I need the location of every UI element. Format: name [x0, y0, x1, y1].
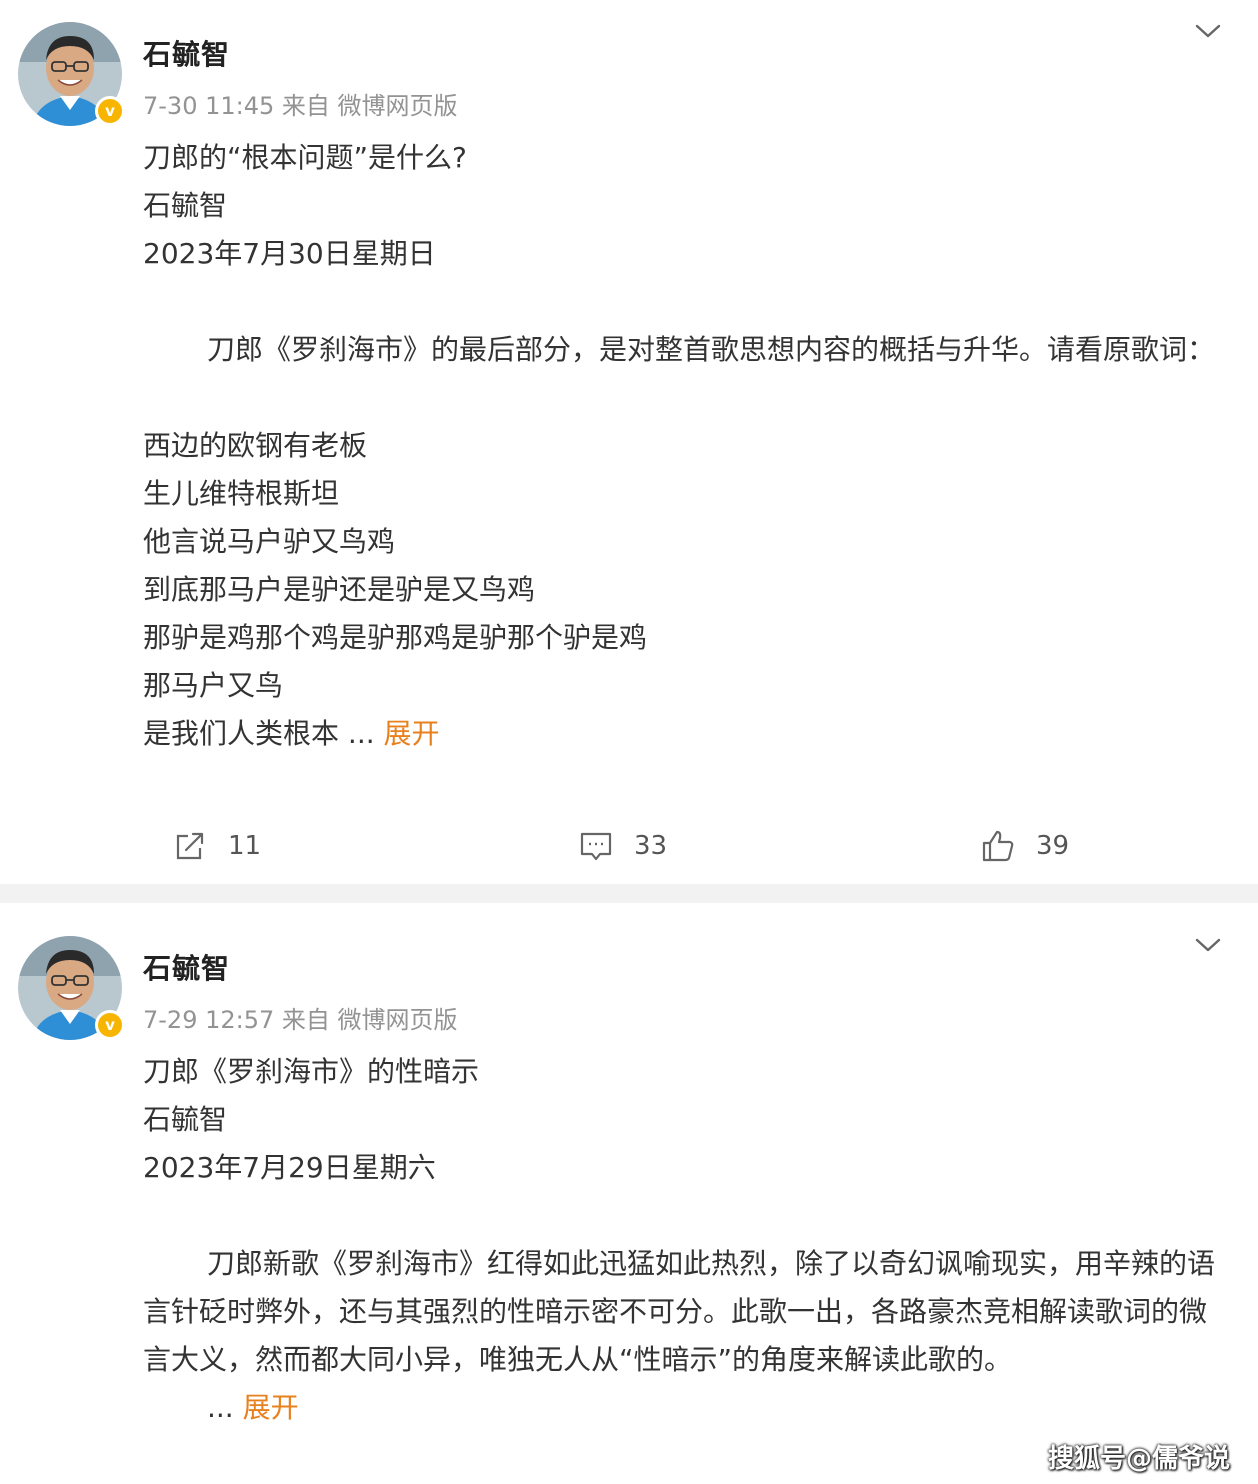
avatar[interactable]: v — [18, 22, 125, 126]
post-text-paragraph: 刀郎《罗刹海市》的最后部分，是对整首歌思想内容的概括与升华。请看原歌词： — [207, 333, 1216, 366]
post-text-paragraph: 刀郎新歌《罗刹海市》红得如此迅猛如此热烈，除了以奇幻讽喻现实，用辛辣的语言针砭时… — [143, 1247, 1216, 1376]
chevron-down-icon[interactable] — [1194, 936, 1222, 954]
avatar[interactable]: v — [18, 936, 125, 1040]
lyric-line: 到底那马户是驴还是驴是又鸟鸡 — [143, 573, 536, 606]
lyric-line: 生儿维特根斯坦 — [143, 477, 340, 510]
lyric-line: 西边的欧钢有老板 — [143, 429, 368, 462]
post-meta: 7-29 12:57 来自 微博网页版 — [143, 1006, 458, 1034]
comment-count: 33 — [634, 831, 668, 861]
post-text-line: 刀郎的“根本问题”是什么? — [143, 141, 467, 174]
author-name[interactable]: 石毓智 — [143, 947, 230, 987]
like-button[interactable]: 39 — [980, 822, 1069, 870]
expand-link[interactable]: 展开 — [384, 717, 440, 750]
lyric-line: 他言说马户驴又鸟鸡 — [143, 525, 396, 558]
verified-v-icon: v — [95, 96, 125, 126]
post-meta: 7-30 11:45 来自 微博网页版 — [143, 92, 458, 120]
lyric-line-last: 是我们人类根本 ... 展开 — [143, 710, 1218, 758]
share-button[interactable]: 11 — [172, 822, 261, 870]
post-text-blank — [143, 1192, 1218, 1240]
post-content: 刀郎的“根本问题”是什么? 石毓智 2023年7月30日星期日 刀郎《罗刹海市》… — [143, 134, 1218, 758]
verified-v-icon: v — [95, 1010, 125, 1040]
expand-row: ... 展开 — [143, 1384, 1218, 1432]
like-count: 39 — [1036, 831, 1070, 861]
post-text-line: 2023年7月30日星期日 — [143, 237, 436, 270]
post-actions: 11 33 39 — [0, 822, 1258, 870]
post-text-line: 石毓智 — [143, 189, 228, 222]
post-text-line: 石毓智 — [143, 1103, 228, 1136]
author-name[interactable]: 石毓智 — [143, 33, 230, 73]
post-text-line: 2023年7月29日星期六 — [143, 1151, 436, 1184]
lyric-line: 那马户又鸟 — [143, 669, 284, 702]
post-divider — [0, 884, 1258, 903]
share-icon — [176, 832, 204, 860]
weibo-post: v 石毓智 7-30 11:45 来自 微博网页版 刀郎的“根本问题”是什么? … — [0, 0, 1258, 884]
comment-button[interactable]: 33 — [578, 822, 667, 870]
weibo-post: v 石毓智 7-29 12:57 来自 微博网页版 刀郎《罗刹海市》的性暗示 石… — [0, 903, 1258, 1484]
post-content: 刀郎《罗刹海市》的性暗示 石毓智 2023年7月29日星期六 刀郎新歌《罗刹海市… — [143, 1048, 1218, 1432]
chevron-down-icon[interactable] — [1194, 22, 1222, 40]
post-text-line: 刀郎《罗刹海市》的性暗示 — [143, 1055, 480, 1088]
lyric-text: 是我们人类根本 — [143, 717, 340, 750]
thumbs-up-icon — [982, 830, 1014, 862]
lyric-line: 那驴是鸡那个鸡是驴那鸡是驴那个驴是鸡 — [143, 621, 648, 654]
post-text-blank — [143, 278, 1218, 326]
share-count: 11 — [228, 831, 262, 861]
post-text-blank — [143, 374, 1218, 422]
ellipsis: ... — [339, 717, 375, 750]
expand-link[interactable]: 展开 — [243, 1391, 299, 1424]
watermark: 搜狐号@儒爷说 — [1048, 1444, 1231, 1474]
ellipsis: ... — [207, 1391, 234, 1424]
comment-icon — [580, 832, 612, 861]
